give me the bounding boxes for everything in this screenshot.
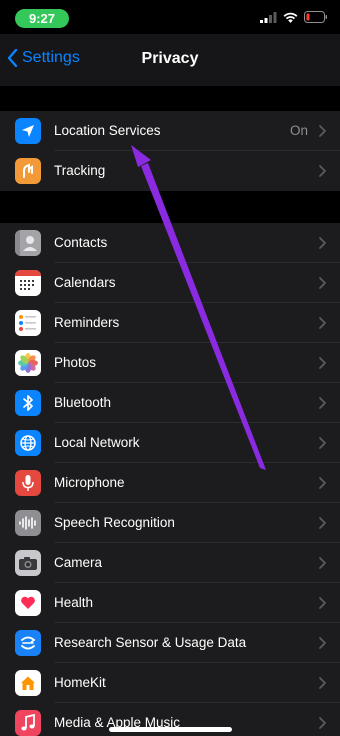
row-contacts[interactable]: Contacts — [0, 223, 340, 263]
row-value: On — [289, 123, 308, 138]
row-label: HomeKit — [54, 675, 106, 690]
row-label: Research Sensor & Usage Data — [54, 635, 247, 650]
chevron-right-icon — [319, 317, 326, 329]
chevron-right-icon — [319, 437, 326, 449]
photos-icon — [15, 350, 41, 376]
research-icon — [15, 630, 41, 656]
waveform-icon — [15, 510, 41, 536]
calendars-icon — [15, 270, 41, 296]
chevron-right-icon — [319, 597, 326, 609]
row-local-network[interactable]: Local Network — [0, 423, 340, 463]
row-bluetooth[interactable]: Bluetooth — [0, 383, 340, 423]
battery-low-icon — [304, 11, 327, 23]
row-calendars[interactable]: Calendars — [0, 263, 340, 303]
music-note-icon — [15, 710, 41, 736]
chevron-right-icon — [319, 637, 326, 649]
status-icons — [260, 11, 328, 23]
row-label: Local Network — [54, 435, 140, 450]
row-label: Reminders — [54, 315, 120, 330]
settings-group-apps: Contacts Calendars Reminders Photos Blue… — [0, 223, 340, 736]
row-homekit[interactable]: HomeKit — [0, 663, 340, 703]
chevron-right-icon — [319, 237, 326, 249]
row-label: Calendars — [54, 275, 116, 290]
cellular-signal-icon — [260, 11, 277, 23]
chevron-right-icon — [319, 717, 326, 729]
row-camera[interactable]: Camera — [0, 543, 340, 583]
row-label: Microphone — [54, 475, 125, 490]
back-button[interactable]: Settings — [7, 49, 80, 67]
contacts-icon — [15, 230, 41, 256]
home-icon — [15, 670, 41, 696]
navigation-bar: Settings Privacy — [0, 34, 340, 86]
microphone-icon — [15, 470, 41, 496]
row-microphone[interactable]: Microphone — [0, 463, 340, 503]
row-photos[interactable]: Photos — [0, 343, 340, 383]
row-location-services[interactable]: Location Services On — [0, 111, 340, 151]
chevron-right-icon — [319, 397, 326, 409]
row-reminders[interactable]: Reminders — [0, 303, 340, 343]
wifi-icon — [283, 12, 298, 23]
globe-icon — [15, 430, 41, 456]
back-button-label: Settings — [22, 49, 80, 66]
chevron-right-icon — [319, 517, 326, 529]
reminders-icon — [15, 310, 41, 336]
row-tracking[interactable]: Tracking — [0, 151, 340, 191]
row-research-sensor[interactable]: Research Sensor & Usage Data — [0, 623, 340, 663]
row-label: Tracking — [54, 163, 106, 178]
row-label: Health — [54, 595, 94, 610]
row-label: Speech Recognition — [54, 515, 175, 530]
row-health[interactable]: Health — [0, 583, 340, 623]
chevron-left-icon — [7, 49, 18, 67]
chevron-right-icon — [319, 125, 326, 137]
location-arrow-icon — [15, 118, 41, 144]
row-speech-recognition[interactable]: Speech Recognition — [0, 503, 340, 543]
row-label: Bluetooth — [54, 395, 112, 410]
chevron-right-icon — [319, 277, 326, 289]
bluetooth-icon — [15, 390, 41, 416]
row-label: Contacts — [54, 235, 108, 250]
heart-icon — [15, 590, 41, 616]
status-bar: 9:27 — [0, 0, 340, 34]
row-label: Photos — [54, 355, 97, 370]
camera-icon — [15, 550, 41, 576]
row-label: Location Services — [54, 123, 161, 138]
status-time: 9:27 — [15, 9, 69, 28]
chevron-right-icon — [319, 165, 326, 177]
chevron-right-icon — [319, 677, 326, 689]
settings-group-top: Location Services On Tracking — [0, 111, 340, 191]
row-label: Camera — [54, 555, 103, 570]
chevron-right-icon — [319, 557, 326, 569]
home-indicator[interactable] — [109, 727, 232, 732]
chevron-right-icon — [319, 477, 326, 489]
tracking-icon — [15, 158, 41, 184]
chevron-right-icon — [319, 357, 326, 369]
